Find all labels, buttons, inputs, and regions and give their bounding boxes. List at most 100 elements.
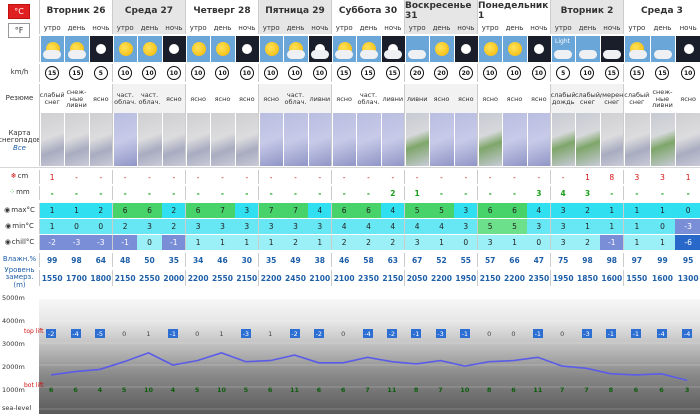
min-temp-cell: 1 <box>599 219 624 234</box>
weather-icon-cell <box>356 36 381 62</box>
snowmap-thumbnail[interactable] <box>259 113 284 166</box>
min-temp-cell: 0 <box>649 219 676 234</box>
freezing-level-cell: 2350 <box>528 273 550 283</box>
snowmap-thumbnail[interactable] <box>453 113 478 166</box>
bot-lift-temp-badge: 10 <box>216 385 227 394</box>
summary-cell: ясно <box>238 94 255 103</box>
bot-lift-temp-badge: 8 <box>413 385 419 394</box>
day-block: ясно ясно ясно <box>185 84 258 114</box>
period-label: утро <box>405 22 430 34</box>
bot-lift-temp-badge: 3 <box>684 385 690 394</box>
freezing-level-cell: 1300 <box>677 273 699 283</box>
snowmap-all-link[interactable]: Все <box>13 144 26 152</box>
snowmap-thumbnail[interactable] <box>675 113 700 166</box>
rain-cell: - <box>220 188 225 198</box>
day-header-5[interactable]: Суббота 30 <box>331 0 404 22</box>
snowmap-thumbnail[interactable] <box>64 113 89 166</box>
day-block: 15 15 15 <box>331 64 404 82</box>
min-temp-cell: 1 <box>40 219 65 234</box>
bot-lift-temp-badge: 4 <box>170 385 176 394</box>
day-block: 662 <box>112 203 186 218</box>
snowmap-thumbnail[interactable] <box>283 113 308 166</box>
summary-cell: слабый снег <box>40 91 65 106</box>
weather-icon-cell <box>624 36 650 62</box>
celsius-button[interactable]: °C <box>8 4 30 19</box>
summary-cell: част. облач. <box>137 84 162 114</box>
chill-temp-cell: -3 <box>88 235 113 250</box>
snowmap-thumbnail[interactable] <box>356 113 381 166</box>
min-temp-cell: 0 <box>64 219 89 234</box>
snowmap-thumbnail[interactable] <box>478 113 503 166</box>
humidity-cell: 46 <box>338 255 350 265</box>
period-label: утро <box>43 24 61 32</box>
rain-cell: 3 <box>536 188 542 198</box>
snowmap-thumbnail[interactable] <box>575 113 600 166</box>
summary-cell: ясно <box>214 94 231 103</box>
snowmap-thumbnail[interactable] <box>137 113 162 166</box>
snowmap-thumbnail[interactable] <box>649 113 676 166</box>
wind-cell: 10 <box>210 64 234 82</box>
snowmap-thumbnail[interactable] <box>502 113 527 166</box>
weather-icon-cell <box>210 36 235 62</box>
min-temp-cell: 5 <box>502 219 527 234</box>
day-header-4[interactable]: Пятница 29 <box>258 0 331 22</box>
fahrenheit-button[interactable]: °F <box>8 23 30 38</box>
snowmap-thumbnail[interactable] <box>599 113 624 166</box>
snowmap-thumbnail[interactable] <box>526 113 551 166</box>
day-block: 664 <box>331 203 405 218</box>
period-label: день <box>137 22 162 34</box>
summary-cell: ясно <box>680 94 696 103</box>
day-header-1[interactable]: Вторник 26 <box>39 0 112 22</box>
day-block: 15 15 10 <box>623 64 700 82</box>
snowmap-thumbnail[interactable] <box>405 113 430 166</box>
summary-cell: ясно <box>336 94 353 103</box>
freezing-level-cell: 2050 <box>406 273 428 283</box>
snowmap-thumbnail[interactable] <box>161 113 186 166</box>
snowmap-thumbnail[interactable] <box>429 113 454 166</box>
period-label: утро <box>481 24 499 32</box>
day-block: част. облач. част. облач. ясно <box>112 84 186 114</box>
day-block: 2200 2450 2100 <box>258 270 331 286</box>
snowmap-thumbnail[interactable] <box>88 113 113 166</box>
day-header-2[interactable]: Среда 27 <box>112 0 185 22</box>
rain-cell: - <box>123 188 127 198</box>
thermometer-icon: ◉ <box>4 237 11 246</box>
snowmap-thumbnail[interactable] <box>234 113 259 166</box>
snowmap-thumbnail[interactable] <box>113 113 138 166</box>
weather-icon-cell <box>649 36 676 62</box>
rain-cell: - <box>488 188 492 198</box>
cloud-icon <box>602 50 621 59</box>
summary-cell: ливни <box>307 84 332 114</box>
snowmap-thumbnail[interactable] <box>40 113 65 166</box>
snowmap-thumbnail[interactable] <box>332 113 357 166</box>
day-header-6[interactable]: Воскресенье 31 <box>404 0 477 22</box>
day-block: --- <box>112 186 185 200</box>
day-block: 321 <box>550 203 624 218</box>
day-block: - - 3 <box>477 186 550 200</box>
bot-lift-temp-badge: 6 <box>340 385 346 394</box>
snowmap-thumbnail[interactable] <box>551 113 576 166</box>
snowmap-thumbnail[interactable] <box>186 113 211 166</box>
min-temp-cell: 3 <box>551 219 576 234</box>
period-label: ночь <box>161 22 186 34</box>
wind-direction-icon: 10 <box>507 66 522 80</box>
summary-cell: част. облач. <box>113 84 138 114</box>
day-header-9[interactable]: Среда 3 <box>623 0 700 22</box>
min-temp-cell: 4 <box>429 219 454 234</box>
moon-icon <box>169 44 180 54</box>
day-block: 444 <box>331 219 405 234</box>
bot-lift-temp-badge: 6 <box>73 385 78 394</box>
day-header-8[interactable]: Вторник 2 <box>550 0 623 22</box>
day-header-3[interactable]: Четверг 28 <box>185 0 258 22</box>
snow-cell: - <box>148 172 151 182</box>
snowmap-thumbnail[interactable] <box>380 113 405 166</box>
snowmap-thumbnail[interactable] <box>624 113 650 166</box>
bot-lift-temp-badge: 4 <box>97 385 103 394</box>
top-lift-temp-badge: -1 <box>459 329 470 338</box>
chill-row: -2 -3 -3 -1 0 -1 1 1 1 1 2 1 2 2 2 3 1 0 3 1 0 3 2 -1 1 1 -6 <box>39 235 700 250</box>
snowmap-thumbnail[interactable] <box>307 113 332 166</box>
period-label: день <box>283 22 308 34</box>
snow-cell: - <box>318 172 322 182</box>
day-header-7[interactable]: Понедельник 1 <box>477 0 550 22</box>
snowmap-thumbnail[interactable] <box>210 113 235 166</box>
